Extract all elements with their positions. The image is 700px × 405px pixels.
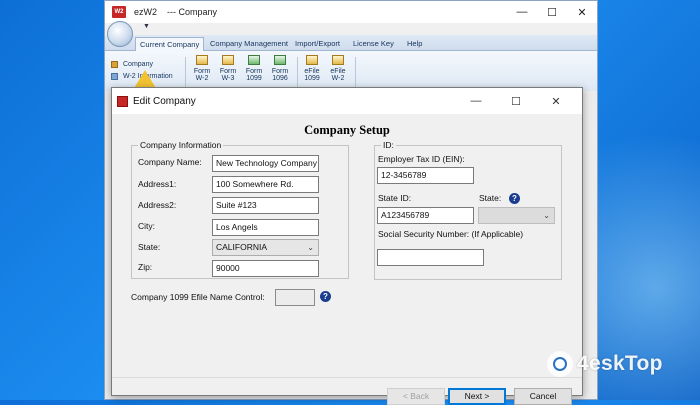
form-1096-icon (274, 55, 286, 65)
next-button[interactable]: Next > (448, 388, 506, 405)
state-id-field[interactable]: A123456789 (377, 207, 474, 224)
form-1099-button[interactable]: Form 1099 (243, 55, 265, 82)
address1-field[interactable]: 100 Somewhere Rd. (212, 176, 319, 193)
address1-label: Address1: (138, 179, 177, 189)
dialog-close-button[interactable]: ✕ (536, 88, 576, 114)
dialog-minimize-button[interactable]: — (456, 88, 496, 114)
tab-company-management[interactable]: Company Management (206, 37, 292, 51)
quick-access-toolbar: ▼ (105, 23, 597, 35)
efile-1099-icon (306, 55, 318, 65)
w2-information-icon (111, 73, 118, 80)
form-1099-icon (248, 55, 260, 65)
company-name-label: Company Name: (138, 157, 202, 167)
zip-field[interactable]: 90000 (212, 260, 319, 277)
company-icon (111, 61, 118, 68)
tab-import-export[interactable]: Import/Export (291, 37, 344, 51)
id-legend: ID: (381, 140, 396, 150)
dialog-maximize-button[interactable]: ☐ (496, 88, 536, 114)
dialog-footer: < Back Next > Cancel (112, 378, 582, 405)
dialog-body: Company Setup Company Information Compan… (112, 114, 582, 405)
state-select[interactable]: CALIFORNIA ⌄ (212, 239, 319, 256)
city-field[interactable]: Los Angels (212, 219, 319, 236)
ribbon-company-item[interactable]: Company (111, 61, 153, 68)
id-state-select[interactable]: ⌄ (478, 207, 555, 224)
state-id-label: State ID: (378, 193, 412, 203)
form-w2-button[interactable]: Form W-2 (191, 55, 213, 82)
app-minimize-button[interactable]: — (507, 1, 537, 23)
edit-company-dialog: Edit Company — ☐ ✕ Company Setup Company… (111, 87, 583, 405)
dialog-app-icon (117, 95, 128, 107)
efile-name-control-field[interactable] (275, 289, 315, 306)
company-information-group: Company Information Company Name: New Te… (131, 140, 349, 279)
help-icon[interactable]: ? (320, 291, 331, 302)
id-state-label: State: (479, 193, 502, 203)
tab-license-key[interactable]: License Key (349, 37, 398, 51)
ein-label: Employer Tax ID (EIN): (378, 154, 465, 164)
efile-name-control-label: Company 1099 Efile Name Control: (131, 292, 265, 302)
ein-field[interactable]: 12-3456789 (377, 167, 474, 184)
id-group: ID: Employer Tax ID (EIN): 12-3456789 St… (374, 140, 562, 280)
ribbon-tabs: Current Company Company Management Impor… (105, 35, 597, 51)
cancel-button[interactable]: Cancel (514, 388, 572, 405)
app-titlebar: W2 ezW2 --- Company — ☐ ✕ (105, 1, 597, 23)
ssn-field[interactable] (377, 249, 484, 266)
back-button[interactable]: < Back (387, 388, 445, 405)
form-w2-icon (196, 55, 208, 65)
company-information-legend: Company Information (138, 140, 224, 150)
city-label: City: (138, 221, 155, 231)
application-menu-orb[interactable] (107, 21, 133, 47)
efile-w2-icon (332, 55, 344, 65)
app-close-button[interactable]: ✕ (567, 1, 597, 23)
page-title: Company Setup (304, 123, 390, 137)
watermark-text: 4eskTop (577, 352, 663, 375)
dialog-title: Edit Company (133, 95, 196, 107)
app-window-controls: — ☐ ✕ (507, 1, 597, 23)
efile-1099-button[interactable]: eFile 1099 (301, 55, 323, 82)
zip-label: Zip: (138, 262, 153, 272)
watermark-logo-icon (547, 351, 573, 377)
app-logo: W2 (112, 6, 126, 18)
tab-help[interactable]: Help (403, 37, 426, 51)
app-title: ezW2 --- Company (134, 7, 218, 17)
state-label: State: (138, 242, 161, 252)
efile-w2-button[interactable]: eFile W-2 (327, 55, 349, 82)
tab-current-company[interactable]: Current Company (135, 37, 205, 51)
watermark: 4eskTop (547, 351, 663, 377)
ribbon-divider (185, 57, 186, 89)
quick-access-dropdown-icon[interactable]: ▼ (143, 23, 150, 30)
ribbon-body: Company W-2 Information Form W-2 Form W-… (105, 51, 597, 91)
form-1096-button[interactable]: Form 1096 (269, 55, 291, 82)
dialog-titlebar: Edit Company — ☐ ✕ (112, 88, 582, 114)
form-w3-button[interactable]: Form W-3 (217, 55, 239, 82)
app-maximize-button[interactable]: ☐ (537, 1, 567, 23)
state-select-value: CALIFORNIA (216, 242, 268, 252)
ssn-label: Social Security Number: (If Applicable) (378, 229, 524, 239)
company-name-field[interactable]: New Technology Company (212, 155, 319, 172)
address2-field[interactable]: Suite #123 (212, 197, 319, 214)
ribbon-divider (297, 57, 298, 89)
help-icon[interactable]: ? (509, 193, 520, 204)
dialog-window-controls: — ☐ ✕ (456, 88, 576, 114)
address2-label: Address2: (138, 200, 177, 210)
form-w3-icon (222, 55, 234, 65)
ribbon-divider (355, 57, 356, 89)
chevron-down-icon: ⌄ (307, 243, 314, 252)
chevron-down-icon: ⌄ (543, 211, 550, 220)
